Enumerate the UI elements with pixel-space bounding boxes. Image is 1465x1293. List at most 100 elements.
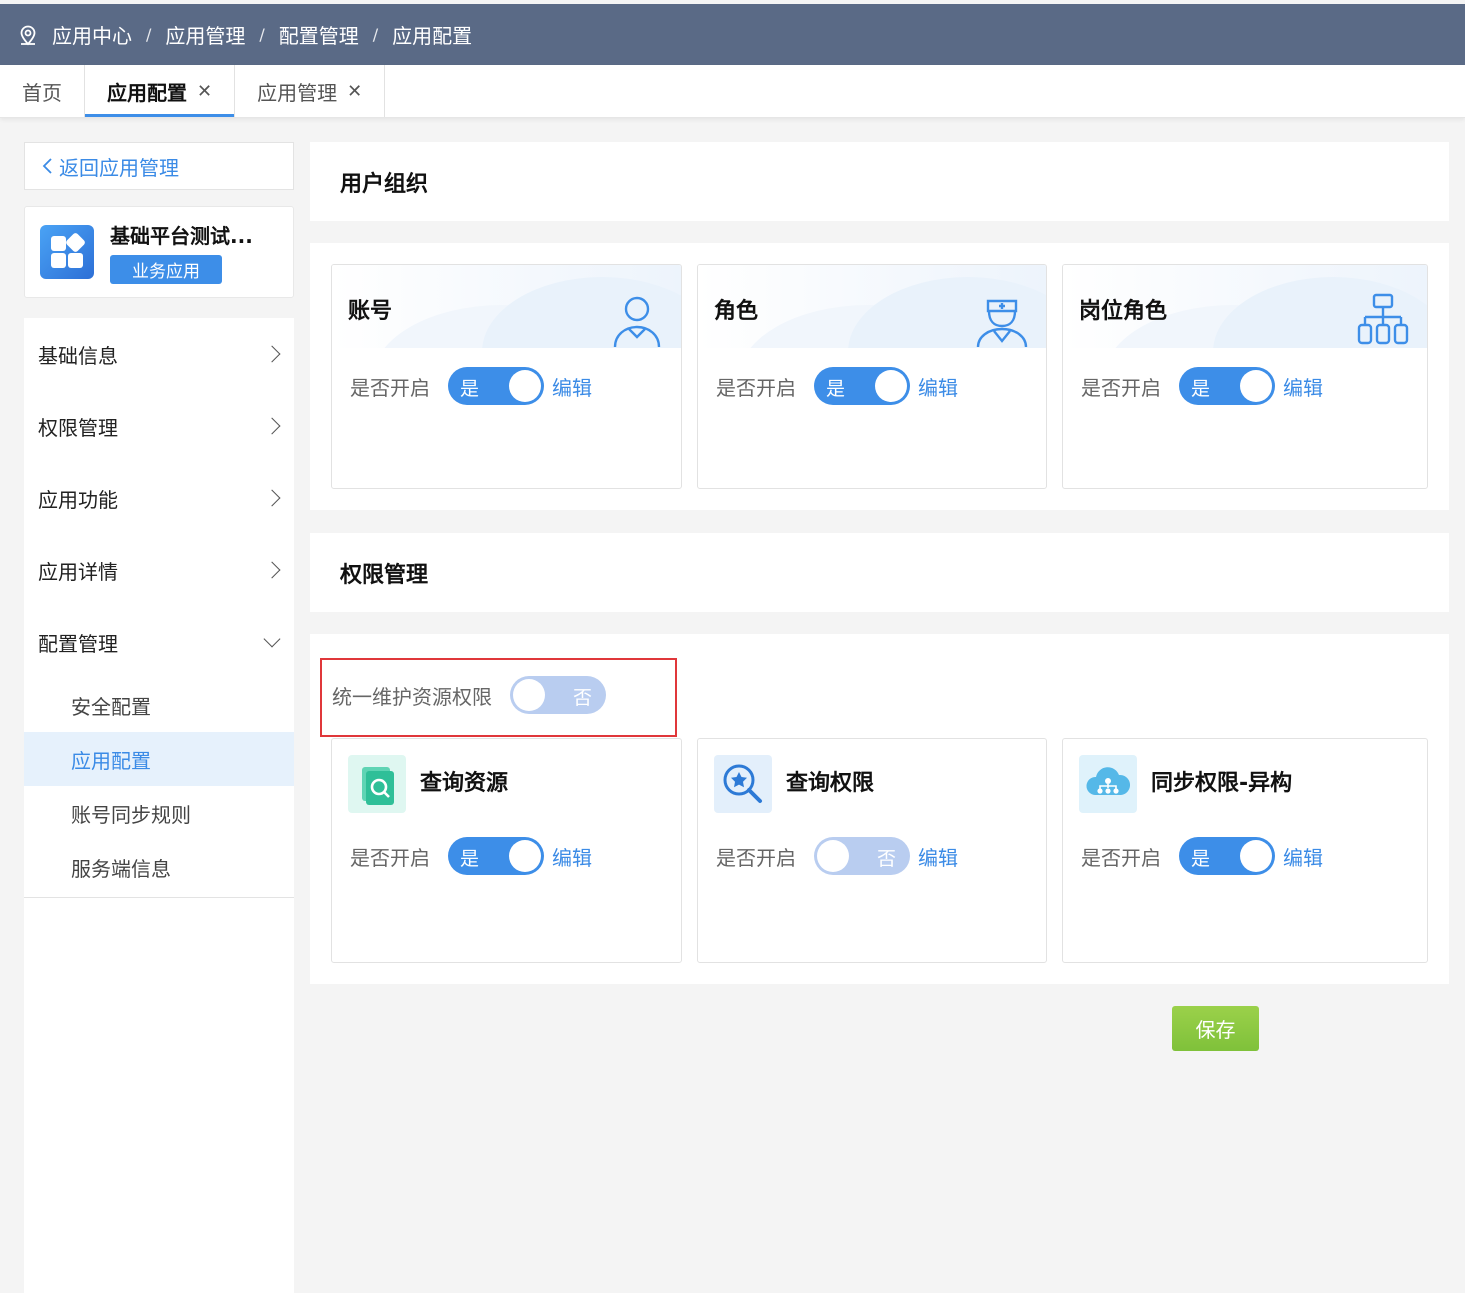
toggle-label: 是	[826, 378, 846, 400]
toggle-label: 是	[1191, 848, 1211, 870]
breadcrumb-item[interactable]: 配置管理	[279, 20, 359, 49]
sidebar-item-app-functions[interactable]: 应用功能	[24, 462, 294, 534]
tab-home[interactable]: 首页	[0, 65, 85, 117]
sidebar-item-label: 配置管理	[38, 631, 118, 656]
toggle-label: 否	[572, 687, 592, 709]
back-link-label: 返回应用管理	[59, 155, 179, 180]
card-title: 岗位角色	[1079, 299, 1168, 324]
doctor-icon	[976, 299, 1028, 347]
edit-link[interactable]: 编辑	[552, 372, 592, 401]
enable-row: 是否开启 否 编辑	[716, 837, 958, 875]
sidebar-subitem-security-config[interactable]: 安全配置	[24, 678, 294, 732]
tab-app-management[interactable]: 应用管理 ✕	[235, 65, 386, 117]
divider	[24, 897, 294, 898]
sidebar-item-label: 基础信息	[38, 343, 118, 368]
enable-toggle[interactable]: 是	[1179, 837, 1275, 875]
cloud-sync-icon	[1079, 755, 1137, 813]
enable-toggle[interactable]: 是	[1179, 367, 1275, 405]
chevron-right-icon	[263, 345, 281, 363]
enable-label: 是否开启	[350, 375, 430, 400]
chevron-right-icon	[263, 561, 281, 579]
breadcrumb-item-current: 应用配置	[392, 24, 473, 48]
top-header: 应用中心 / 应用管理 / 配置管理 / 应用配置	[0, 4, 1465, 65]
breadcrumb-separator: /	[259, 25, 265, 44]
enable-label: 是否开启	[716, 845, 796, 870]
app-summary-card: 基础平台测试... 业务应用	[24, 206, 294, 298]
card-title: 同步权限-异构	[1151, 771, 1293, 796]
card-title: 角色	[714, 299, 759, 324]
tab-bar: 首页 应用配置 ✕ 应用管理 ✕	[0, 65, 1465, 118]
edit-link[interactable]: 编辑	[1283, 842, 1323, 871]
feature-card-query-permission: 查询权限 是否开启 否 编辑	[697, 738, 1047, 963]
enable-toggle[interactable]: 是	[814, 367, 910, 405]
search-resource-icon	[348, 755, 406, 813]
org-chart-icon	[1357, 293, 1409, 345]
enable-label: 是否开启	[350, 845, 430, 870]
chevron-right-icon	[263, 417, 281, 435]
unified-permission-row: 统一维护资源权限 否	[332, 676, 614, 714]
close-icon[interactable]: ✕	[197, 81, 212, 102]
breadcrumb-separator: /	[372, 25, 379, 44]
app-type-badge: 业务应用	[110, 255, 222, 284]
sidebar-subitem-app-config[interactable]: 应用配置	[24, 732, 294, 786]
enable-row: 是否开启 是 编辑	[350, 367, 592, 405]
location-pin-icon	[20, 25, 36, 45]
sidebar-item-permission-management[interactable]: 权限管理	[24, 390, 294, 462]
feature-card-sync-permission: 同步权限-异构 是否开启 是 编辑	[1062, 738, 1428, 963]
tab-app-config[interactable]: 应用配置 ✕	[85, 65, 236, 117]
enable-toggle[interactable]: 是	[448, 837, 544, 875]
tab-label: 首页	[22, 80, 62, 105]
card-title: 查询资源	[420, 771, 509, 796]
sidebar-item-app-details[interactable]: 应用详情	[24, 534, 294, 606]
edit-link[interactable]: 编辑	[918, 842, 958, 871]
edit-link[interactable]: 编辑	[918, 372, 958, 401]
enable-label: 是否开启	[716, 375, 796, 400]
tab-label: 应用配置	[107, 80, 187, 105]
breadcrumb-separator: /	[146, 25, 152, 44]
feature-card-position-role: 岗位角色 是否开启 是 编辑	[1062, 264, 1428, 489]
sidebar-item-config-management[interactable]: 配置管理	[24, 606, 294, 678]
breadcrumb-item[interactable]: 应用中心	[52, 20, 132, 49]
sidebar-subitem-account-sync-rules[interactable]: 账号同步规则	[24, 786, 294, 840]
section-title-permission: 权限管理	[310, 533, 1449, 612]
toggle-label: 是	[460, 848, 480, 870]
app-grid-icon	[40, 225, 94, 279]
search-permission-icon	[714, 755, 772, 813]
tab-label: 应用管理	[257, 80, 338, 105]
back-to-app-management-link[interactable]: 返回应用管理	[24, 142, 294, 190]
card-title: 账号	[348, 299, 393, 324]
user-icon	[613, 296, 661, 347]
breadcrumb: 应用中心 / 应用管理 / 配置管理 / 应用配置	[52, 20, 472, 49]
feature-card-role: 角色 是否开启 是 编辑	[697, 264, 1047, 489]
breadcrumb-item[interactable]: 应用管理	[165, 20, 245, 49]
app-name: 基础平台测试...	[110, 224, 253, 248]
enable-row: 是否开启 是 编辑	[1081, 837, 1323, 875]
toggle-label: 是	[1191, 378, 1211, 400]
enable-row: 是否开启 是 编辑	[716, 367, 958, 405]
unified-permission-label: 统一维护资源权限	[332, 684, 492, 709]
sidebar-item-label: 应用详情	[38, 559, 118, 584]
sidebar-item-label: 权限管理	[38, 415, 118, 440]
enable-row: 是否开启 是 编辑	[1081, 367, 1323, 405]
sidebar-subitem-server-info[interactable]: 服务端信息	[24, 840, 294, 894]
enable-row: 是否开启 是 编辑	[350, 837, 592, 875]
save-button[interactable]: 保存	[1172, 1006, 1259, 1051]
section-body-user-org: 账号 是否开启 是 编辑 角色 是否开启 是 编辑 岗位角色 是否开启 是 编辑	[310, 243, 1449, 510]
section-title-user-org: 用户组织	[310, 142, 1449, 221]
sidebar-menu: 基础信息 权限管理 应用功能 应用详情 配置管理 安全配置 应用配置 账号同步规…	[24, 318, 294, 1293]
edit-link[interactable]: 编辑	[552, 842, 592, 871]
enable-toggle[interactable]: 是	[448, 367, 544, 405]
sidebar-item-basic-info[interactable]: 基础信息	[24, 318, 294, 390]
unified-permission-toggle[interactable]: 否	[510, 676, 606, 714]
enable-toggle[interactable]: 否	[814, 837, 910, 875]
edit-link[interactable]: 编辑	[1283, 372, 1323, 401]
feature-card-account: 账号 是否开启 是 编辑	[331, 264, 682, 489]
close-icon[interactable]: ✕	[347, 81, 362, 102]
toggle-label: 否	[876, 848, 896, 870]
enable-label: 是否开启	[1081, 845, 1161, 870]
sidebar-item-label: 应用功能	[38, 487, 118, 512]
toggle-label: 是	[460, 378, 480, 400]
feature-card-query-resource: 查询资源 是否开启 是 编辑	[331, 738, 682, 963]
chevron-left-icon	[42, 158, 52, 174]
chevron-right-icon	[263, 489, 281, 507]
